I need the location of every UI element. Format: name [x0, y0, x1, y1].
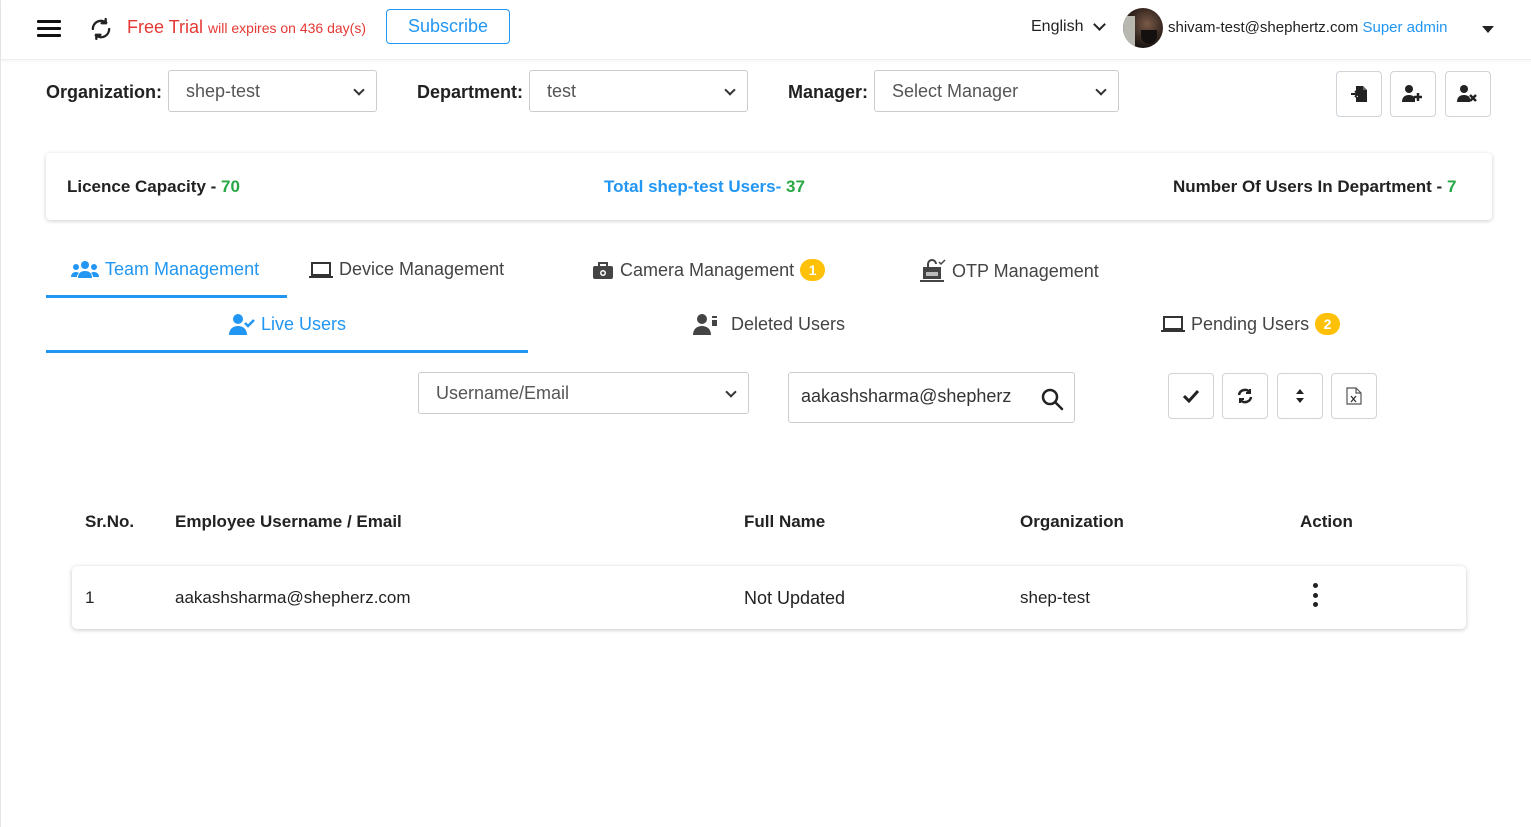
sort-button[interactable]	[1277, 373, 1323, 419]
organization-select[interactable]: shep-test	[168, 70, 377, 112]
tab-label: Camera Management	[620, 259, 795, 280]
remove-user-button[interactable]	[1445, 71, 1491, 117]
tab-label: Team Management	[105, 259, 260, 279]
total-users-value: 37	[786, 177, 805, 196]
refresh-button[interactable]	[1222, 373, 1268, 419]
user-menu-caret-icon[interactable]	[1482, 26, 1494, 33]
manager-select[interactable]: Select Manager	[874, 70, 1119, 112]
search-icon[interactable]	[1040, 387, 1064, 411]
stats-card: Licence Capacity - 70 Total shep-test Us…	[46, 153, 1492, 220]
users-icon	[71, 260, 99, 278]
cell-organization: shep-test	[1020, 588, 1090, 607]
otp-lock-icon	[920, 259, 946, 282]
department-select[interactable]: test	[529, 70, 748, 112]
user-info: shivam-test@shephertz.com Super admin	[1168, 19, 1448, 36]
search-box	[788, 372, 1075, 423]
active-tab-indicator	[46, 295, 287, 298]
avatar[interactable]	[1123, 8, 1163, 48]
add-user-button[interactable]	[1390, 71, 1436, 117]
chevron-down-icon	[1093, 18, 1107, 31]
user-role: Super admin	[1362, 19, 1448, 36]
refresh-icon	[1237, 388, 1253, 404]
licence-capacity-label: Licence Capacity -	[67, 177, 222, 196]
column-header-organization: Organization	[1020, 512, 1124, 531]
search-input[interactable]	[801, 386, 1036, 407]
free-trial-notice: Free Trial will expires on 436 day(s)	[127, 17, 366, 38]
trial-detail: will expires on 436 day(s)	[208, 20, 367, 36]
active-subtab-indicator	[46, 350, 528, 353]
cell-full-name: Not Updated	[744, 588, 846, 608]
total-users-stat: Total shep-test Users- 37	[604, 177, 805, 197]
department-users-label: Number Of Users In Department -	[1173, 177, 1447, 196]
tab-otp-management[interactable]: OTP Management	[920, 259, 1099, 283]
trial-title: Free Trial	[127, 17, 204, 37]
chevron-down-icon	[724, 84, 736, 96]
column-header-full-name: Full Name	[744, 512, 826, 531]
language-label: English	[1031, 18, 1084, 35]
laptop-icon	[309, 261, 333, 278]
licence-capacity-value: 70	[221, 177, 240, 196]
user-check-icon	[229, 314, 255, 335]
excel-export-icon	[1346, 387, 1362, 405]
organization-label: Organization:	[46, 82, 162, 102]
cell-email: aakashsharma@shepherz.com	[175, 588, 411, 607]
manager-value: Select Manager	[892, 81, 1019, 101]
tab-label: OTP Management	[952, 260, 1099, 281]
sort-icon	[1296, 389, 1304, 403]
search-field-select[interactable]: Username/Email	[418, 372, 749, 414]
licence-capacity-stat: Licence Capacity - 70	[67, 177, 240, 197]
department-users-stat: Number Of Users In Department - 7	[1173, 177, 1456, 197]
pending-badge: 2	[1315, 313, 1341, 335]
export-excel-button[interactable]	[1331, 373, 1377, 419]
column-header-action: Action	[1300, 512, 1353, 531]
cell-sr-no: 1	[85, 588, 95, 607]
tab-team-management[interactable]: Team Management	[71, 259, 259, 280]
camera-icon	[593, 262, 613, 279]
department-value: test	[547, 81, 577, 101]
organization-value: shep-test	[186, 81, 261, 101]
tab-label: Deleted Users	[731, 313, 846, 334]
user-email: shivam-test@shephertz.com	[1168, 19, 1359, 36]
row-actions-kebab-icon[interactable]	[1308, 583, 1322, 607]
tab-camera-management[interactable]: Camera Management 1	[592, 259, 826, 281]
subscribe-button[interactable]: Subscribe	[386, 9, 510, 44]
top-navbar: Free Trial will expires on 436 day(s) Su…	[1, 0, 1531, 60]
import-file-icon	[1351, 86, 1367, 102]
tab-label: Live Users	[261, 313, 347, 334]
select-all-button[interactable]	[1168, 373, 1214, 419]
manager-label: Manager:	[788, 82, 869, 102]
subtab-live-users[interactable]: Live Users	[229, 313, 346, 335]
tab-device-management[interactable]: Device Management	[309, 259, 504, 280]
import-users-button[interactable]	[1336, 71, 1382, 117]
chevron-down-icon	[353, 84, 365, 96]
sync-icon[interactable]	[87, 15, 115, 43]
laptop-icon	[1161, 316, 1185, 332]
chevron-down-icon	[725, 386, 737, 398]
check-icon	[1183, 389, 1199, 403]
user-deleted-icon	[693, 314, 717, 335]
chevron-down-icon	[1095, 84, 1107, 96]
add-user-icon	[1402, 85, 1422, 102]
department-users-value: 7	[1446, 177, 1457, 196]
column-header-sr-no: Sr.No.	[85, 512, 135, 531]
department-label: Department:	[417, 82, 524, 102]
total-users-label: Total shep-test Users-	[604, 177, 787, 196]
column-header-email: Employee Username / Email	[175, 512, 402, 531]
camera-badge: 1	[800, 259, 826, 281]
search-field-value: Username/Email	[436, 383, 570, 403]
subtab-pending-users[interactable]: Pending Users 2	[1161, 313, 1341, 335]
tab-label: Device Management	[339, 259, 505, 279]
language-selector[interactable]: English	[1031, 18, 1107, 36]
menu-icon[interactable]	[37, 20, 61, 38]
remove-user-icon	[1457, 85, 1477, 102]
tab-label: Pending Users	[1191, 313, 1310, 334]
subtab-deleted-users[interactable]: Deleted Users	[693, 313, 845, 335]
